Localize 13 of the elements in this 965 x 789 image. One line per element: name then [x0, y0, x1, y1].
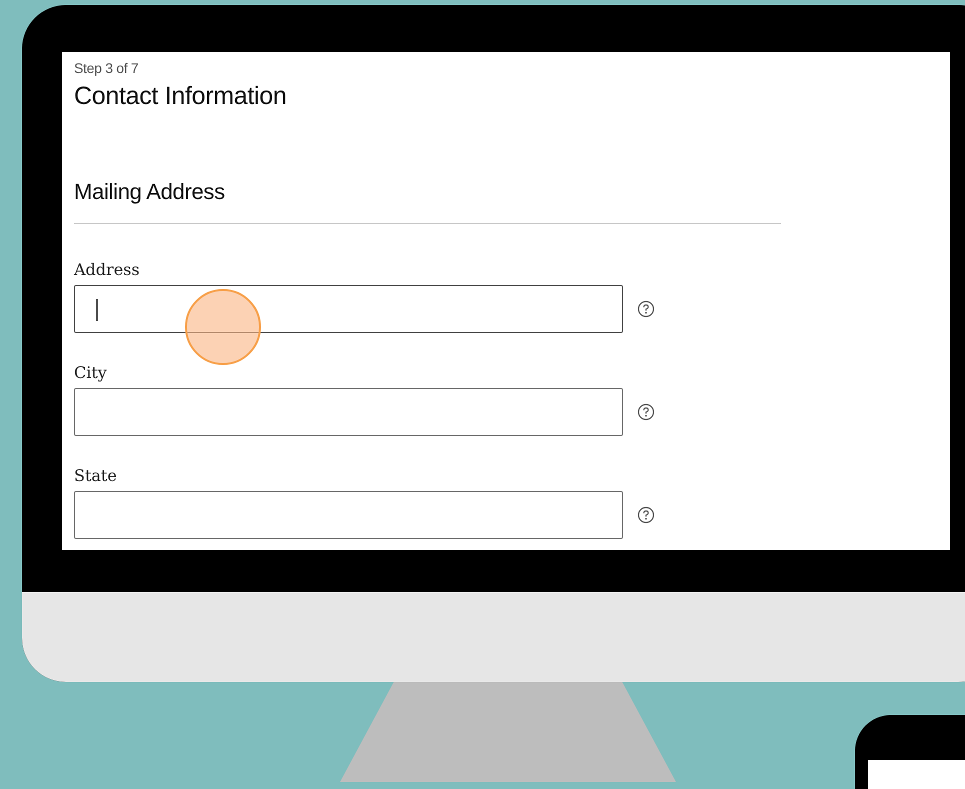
input-field[interactable] [74, 388, 623, 436]
input-field[interactable] [74, 491, 623, 539]
help-icon[interactable] [637, 403, 655, 421]
field-label: Address [74, 260, 141, 279]
section-heading: Mailing Address [74, 179, 781, 224]
help-icon[interactable] [637, 300, 655, 318]
step-indicator: Step 3 of 7 [74, 60, 140, 76]
field-label: City [74, 363, 108, 382]
page-title: Contact Information [74, 82, 288, 111]
field-label: State [74, 466, 118, 485]
input-field[interactable] [74, 285, 623, 333]
text-cursor [96, 299, 98, 321]
help-icon[interactable] [637, 506, 655, 524]
